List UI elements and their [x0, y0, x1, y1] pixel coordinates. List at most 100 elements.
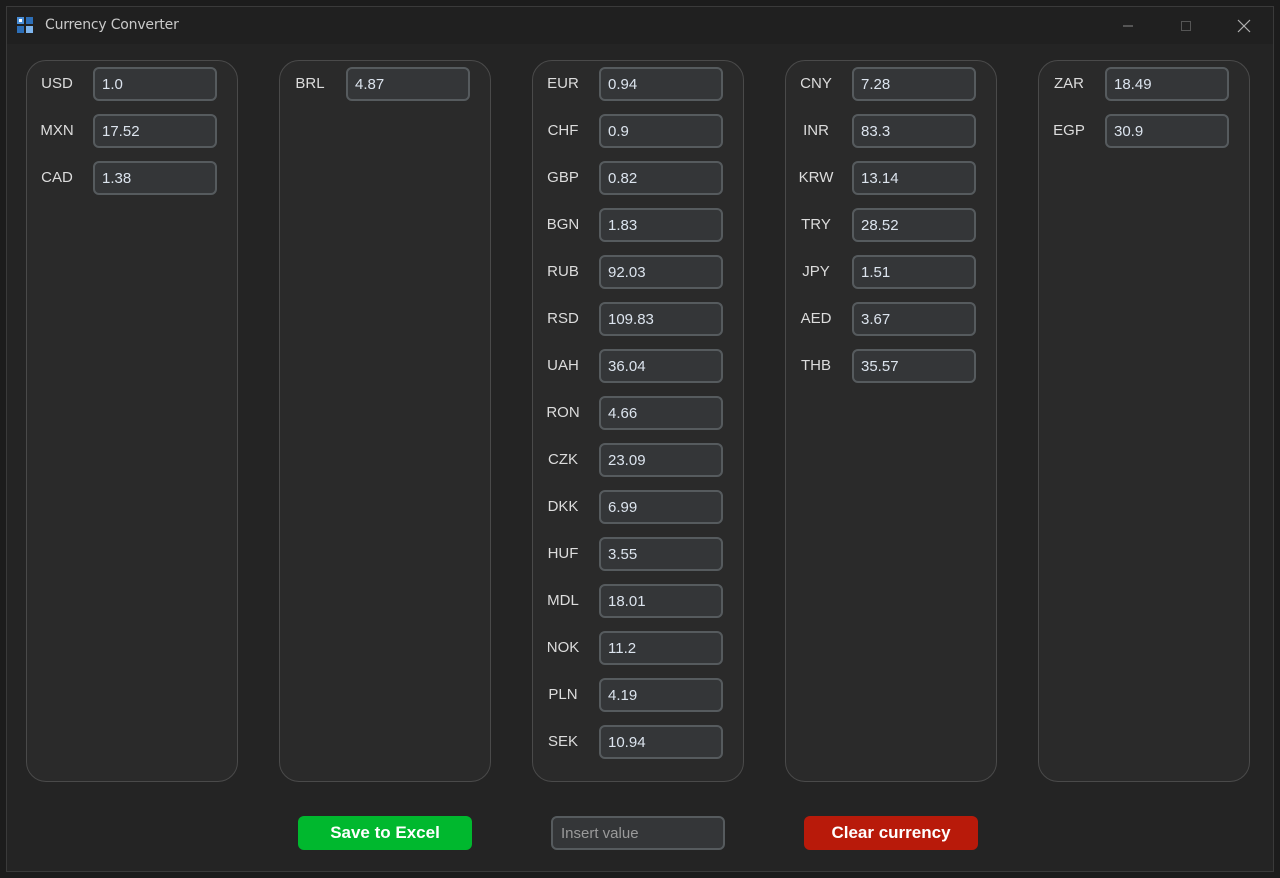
currency-code-label: USD — [41, 75, 73, 92]
currency-code-label: CAD — [41, 169, 73, 186]
currency-frame-5: ZAR EGP — [1038, 60, 1250, 782]
window-title: Currency Converter — [45, 17, 179, 33]
rate-input-ron[interactable] — [599, 396, 723, 430]
currency-row-mxn: MXN — [27, 114, 237, 148]
currency-row-chf: CHF — [533, 114, 743, 148]
app-icon — [17, 17, 33, 33]
currency-row-ron: RON — [533, 396, 743, 430]
currency-row-try: TRY — [786, 208, 996, 242]
currency-row-czk: CZK — [533, 443, 743, 477]
currency-code-label: KRW — [798, 169, 834, 186]
rate-input-inr[interactable] — [852, 114, 976, 148]
rate-input-aed[interactable] — [852, 302, 976, 336]
currency-frame-4: CNY INR KRW TRY JPY AED THB — [785, 60, 997, 782]
currency-code-label: HUF — [547, 545, 579, 562]
currency-row-nok: NOK — [533, 631, 743, 665]
rate-input-eur[interactable] — [599, 67, 723, 101]
rate-input-bgn[interactable] — [599, 208, 723, 242]
currency-code-label: BGN — [546, 216, 580, 233]
currency-code-label: DKK — [547, 498, 579, 515]
currency-row-huf: HUF — [533, 537, 743, 571]
currency-row-bgn: BGN — [533, 208, 743, 242]
rate-input-rub[interactable] — [599, 255, 723, 289]
title-bar[interactable]: Currency Converter — [7, 7, 1273, 44]
rate-input-huf[interactable] — [599, 537, 723, 571]
currency-code-label: AED — [800, 310, 832, 327]
currency-row-jpy: JPY — [786, 255, 996, 289]
minimize-button[interactable] — [1099, 7, 1157, 44]
rate-input-cad[interactable] — [93, 161, 217, 195]
rate-input-uah[interactable] — [599, 349, 723, 383]
rate-input-nok[interactable] — [599, 631, 723, 665]
currency-code-label: RSD — [547, 310, 579, 327]
currency-code-label: EGP — [1053, 122, 1085, 139]
save-to-excel-button[interactable]: Save to Excel — [298, 816, 472, 850]
rate-input-brl[interactable] — [346, 67, 470, 101]
currency-code-label: PLN — [548, 686, 578, 703]
rate-input-mdl[interactable] — [599, 584, 723, 618]
currency-code-label: CNY — [800, 75, 832, 92]
currency-frame-3: EUR CHF GBP BGN RUB RSD UAH RON CZK DKK HUF MDL NOK P… — [532, 60, 744, 782]
rate-input-czk[interactable] — [599, 443, 723, 477]
currency-code-label: MXN — [40, 122, 74, 139]
currency-row-zar: ZAR — [1039, 67, 1249, 101]
rate-input-usd[interactable] — [93, 67, 217, 101]
rate-input-chf[interactable] — [599, 114, 723, 148]
currency-code-label: ZAR — [1054, 75, 1084, 92]
currency-code-label: THB — [801, 357, 831, 374]
currency-row-egp: EGP — [1039, 114, 1249, 148]
currency-code-label: GBP — [547, 169, 579, 186]
rate-input-rsd[interactable] — [599, 302, 723, 336]
rate-input-zar[interactable] — [1105, 67, 1229, 101]
currency-code-label: NOK — [546, 639, 580, 656]
currency-row-uah: UAH — [533, 349, 743, 383]
currency-code-label: EUR — [547, 75, 579, 92]
currency-row-gbp: GBP — [533, 161, 743, 195]
currency-code-label: MDL — [547, 592, 579, 609]
rate-input-sek[interactable] — [599, 725, 723, 759]
currency-code-label: CZK — [548, 451, 578, 468]
rate-input-dkk[interactable] — [599, 490, 723, 524]
maximize-icon — [1181, 20, 1191, 31]
rate-input-jpy[interactable] — [852, 255, 976, 289]
rate-input-try[interactable] — [852, 208, 976, 242]
currency-row-aed: AED — [786, 302, 996, 336]
rate-input-krw[interactable] — [852, 161, 976, 195]
close-button[interactable] — [1215, 7, 1273, 44]
currency-frame-1: USD MXN CAD — [26, 60, 238, 782]
currency-row-eur: EUR — [533, 67, 743, 101]
currency-code-label: BRL — [295, 75, 325, 92]
currency-row-pln: PLN — [533, 678, 743, 712]
rate-input-egp[interactable] — [1105, 114, 1229, 148]
currency-row-sek: SEK — [533, 725, 743, 759]
close-icon — [1237, 19, 1251, 32]
app-window: Currency Converter USD MXN CAD BRL EUR CHF GBP… — [6, 6, 1274, 872]
insert-value-input[interactable] — [551, 816, 725, 850]
currency-code-label: UAH — [547, 357, 579, 374]
maximize-button[interactable] — [1157, 7, 1215, 44]
clear-currency-button[interactable]: Clear currency — [804, 816, 978, 850]
currency-row-krw: KRW — [786, 161, 996, 195]
rate-input-thb[interactable] — [852, 349, 976, 383]
currency-code-label: TRY — [801, 216, 831, 233]
rate-input-cny[interactable] — [852, 67, 976, 101]
currency-row-inr: INR — [786, 114, 996, 148]
rate-input-gbp[interactable] — [599, 161, 723, 195]
rate-input-mxn[interactable] — [93, 114, 217, 148]
currency-code-label: JPY — [802, 263, 830, 280]
currency-row-dkk: DKK — [533, 490, 743, 524]
currency-row-cad: CAD — [27, 161, 237, 195]
currency-row-brl: BRL — [280, 67, 490, 101]
currency-code-label: CHF — [547, 122, 579, 139]
currency-row-rsd: RSD — [533, 302, 743, 336]
currency-code-label: RUB — [547, 263, 579, 280]
currency-row-cny: CNY — [786, 67, 996, 101]
currency-code-label: SEK — [547, 733, 578, 750]
minimize-icon — [1123, 25, 1133, 26]
currency-row-usd: USD — [27, 67, 237, 101]
currency-row-thb: THB — [786, 349, 996, 383]
rate-input-pln[interactable] — [599, 678, 723, 712]
currency-row-mdl: MDL — [533, 584, 743, 618]
currency-frame-2: BRL — [279, 60, 491, 782]
currency-row-rub: RUB — [533, 255, 743, 289]
